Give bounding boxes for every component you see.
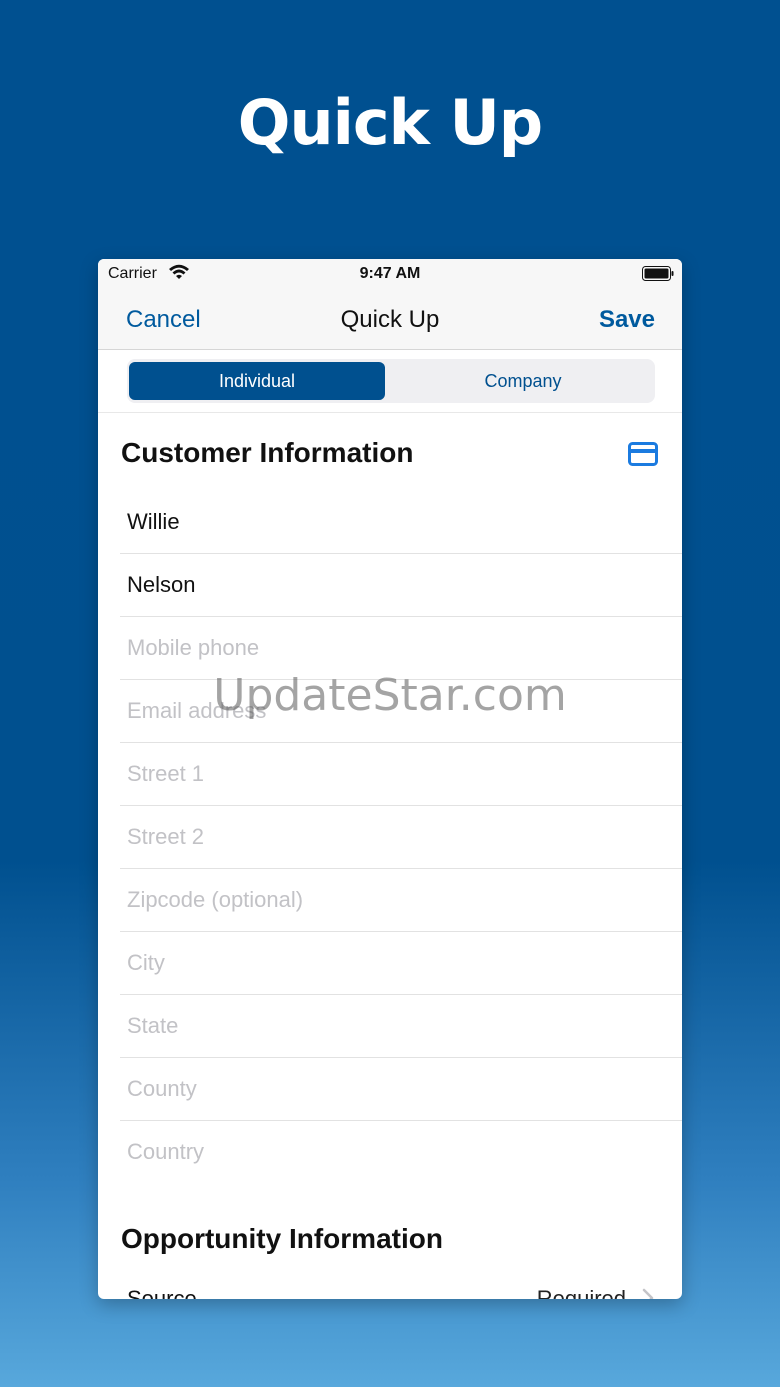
mobile-phone-row bbox=[120, 617, 682, 680]
city-field[interactable] bbox=[127, 932, 667, 994]
segment-individual[interactable]: Individual bbox=[129, 362, 385, 400]
street2-row bbox=[120, 806, 682, 869]
last-name-row bbox=[120, 554, 682, 617]
state-field[interactable] bbox=[127, 995, 667, 1057]
source-value: Required bbox=[536, 1286, 626, 1299]
street2-field[interactable] bbox=[127, 806, 667, 868]
customer-info-title: Customer Information bbox=[121, 437, 414, 468]
country-row bbox=[120, 1121, 682, 1183]
source-label: Source bbox=[127, 1286, 197, 1299]
status-time: 9:47 AM bbox=[359, 265, 421, 282]
customer-type-segmented-control: Individual Company bbox=[127, 359, 655, 403]
country-field[interactable] bbox=[127, 1121, 667, 1183]
chevron-right-icon bbox=[642, 1288, 654, 1299]
battery-icon bbox=[642, 266, 674, 281]
save-button[interactable]: Save bbox=[599, 306, 655, 334]
nav-title: Quick Up bbox=[340, 306, 440, 333]
last-name-field[interactable] bbox=[127, 554, 667, 616]
status-bar: Carrier 9:47 AM bbox=[98, 259, 682, 289]
mobile-phone-field[interactable] bbox=[127, 617, 667, 679]
hero-title: Quick Up bbox=[237, 86, 543, 159]
zipcode-field[interactable] bbox=[127, 869, 667, 931]
email-row bbox=[120, 680, 682, 743]
customer-fields bbox=[98, 491, 682, 1183]
first-name-field[interactable] bbox=[127, 491, 667, 553]
street1-field[interactable] bbox=[127, 743, 667, 805]
email-field[interactable] bbox=[127, 680, 667, 742]
street1-row bbox=[120, 743, 682, 806]
credit-card-icon[interactable] bbox=[628, 442, 658, 466]
navigation-bar: Cancel Quick Up Save bbox=[98, 289, 682, 350]
segment-container: Individual Company bbox=[98, 350, 682, 413]
phone-screen: Carrier 9:47 AM Cancel Quick Up Save Ind… bbox=[98, 259, 682, 1299]
opportunity-info-title: Opportunity Information bbox=[121, 1223, 443, 1254]
county-row bbox=[120, 1058, 682, 1121]
customer-info-header: Customer Information bbox=[98, 413, 682, 491]
opportunity-info-header: Opportunity Information bbox=[98, 1183, 682, 1269]
zipcode-row bbox=[120, 869, 682, 932]
county-field[interactable] bbox=[127, 1058, 667, 1120]
state-row bbox=[120, 995, 682, 1058]
first-name-row bbox=[120, 491, 682, 554]
segment-company[interactable]: Company bbox=[395, 362, 651, 400]
source-row[interactable]: Source Required bbox=[120, 1269, 682, 1299]
city-row bbox=[120, 932, 682, 995]
